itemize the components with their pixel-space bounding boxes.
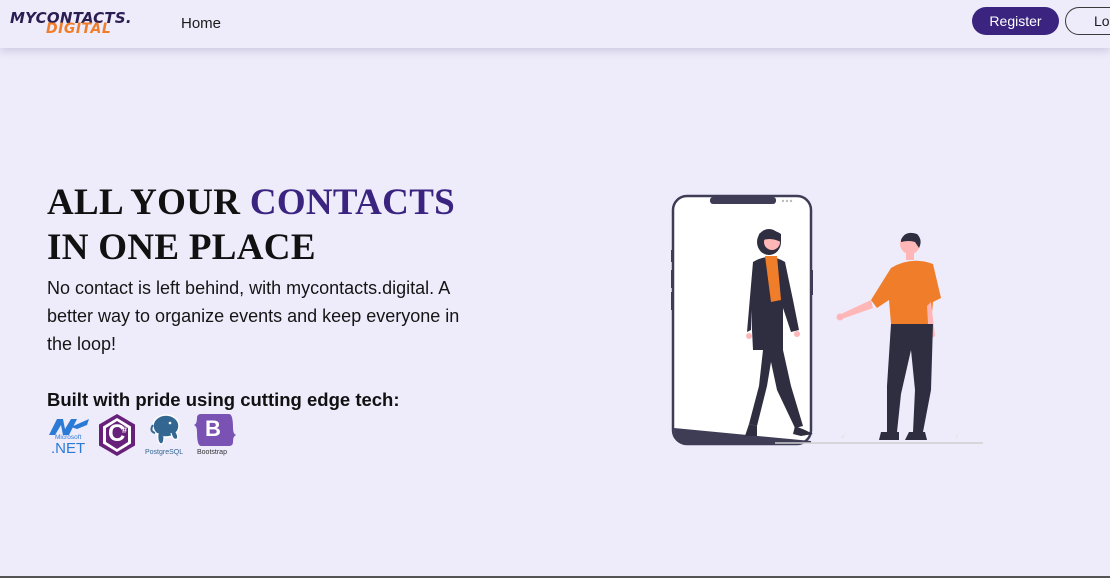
bootstrap-glyph: B (205, 416, 221, 441)
logo-line2: DIGITAL (46, 21, 112, 37)
dotnet-logo-icon: Microsoft .NET (47, 413, 91, 457)
postgresql-caption: PostgreSQL (145, 449, 184, 456)
brand-logo[interactable]: MYCONTACTS. DIGITAL (10, 9, 165, 37)
csharp-logo-icon: C # (97, 413, 137, 457)
login-button[interactable]: Login (1065, 7, 1110, 35)
tech-heading: Built with pride using cutting edge tech… (47, 389, 400, 410)
dotnet-big-text: .NET (51, 440, 86, 457)
navbar: MYCONTACTS. DIGITAL Home Register Login (0, 0, 1110, 48)
nav-link-home[interactable]: Home (181, 15, 221, 32)
hero-title-line2: IN ONE PLACE (47, 227, 316, 268)
register-button[interactable]: Register (972, 7, 1059, 35)
phone-illustration (671, 194, 983, 446)
hero-title-accent: CONTACTS (249, 182, 456, 223)
hero-title: ALL YOUR CONTACTS IN ONE PLACE (47, 180, 455, 270)
postgresql-logo-icon: PostgreSQL (145, 413, 189, 459)
hero-title-part1: ALL YOUR (47, 182, 250, 223)
csharp-sup: # (122, 425, 128, 435)
bootstrap-logo-icon: B Bootstrap (193, 413, 237, 459)
bootstrap-caption: Bootstrap (197, 449, 227, 456)
hero-description: No contact is left behind, with mycontac… (47, 278, 460, 354)
